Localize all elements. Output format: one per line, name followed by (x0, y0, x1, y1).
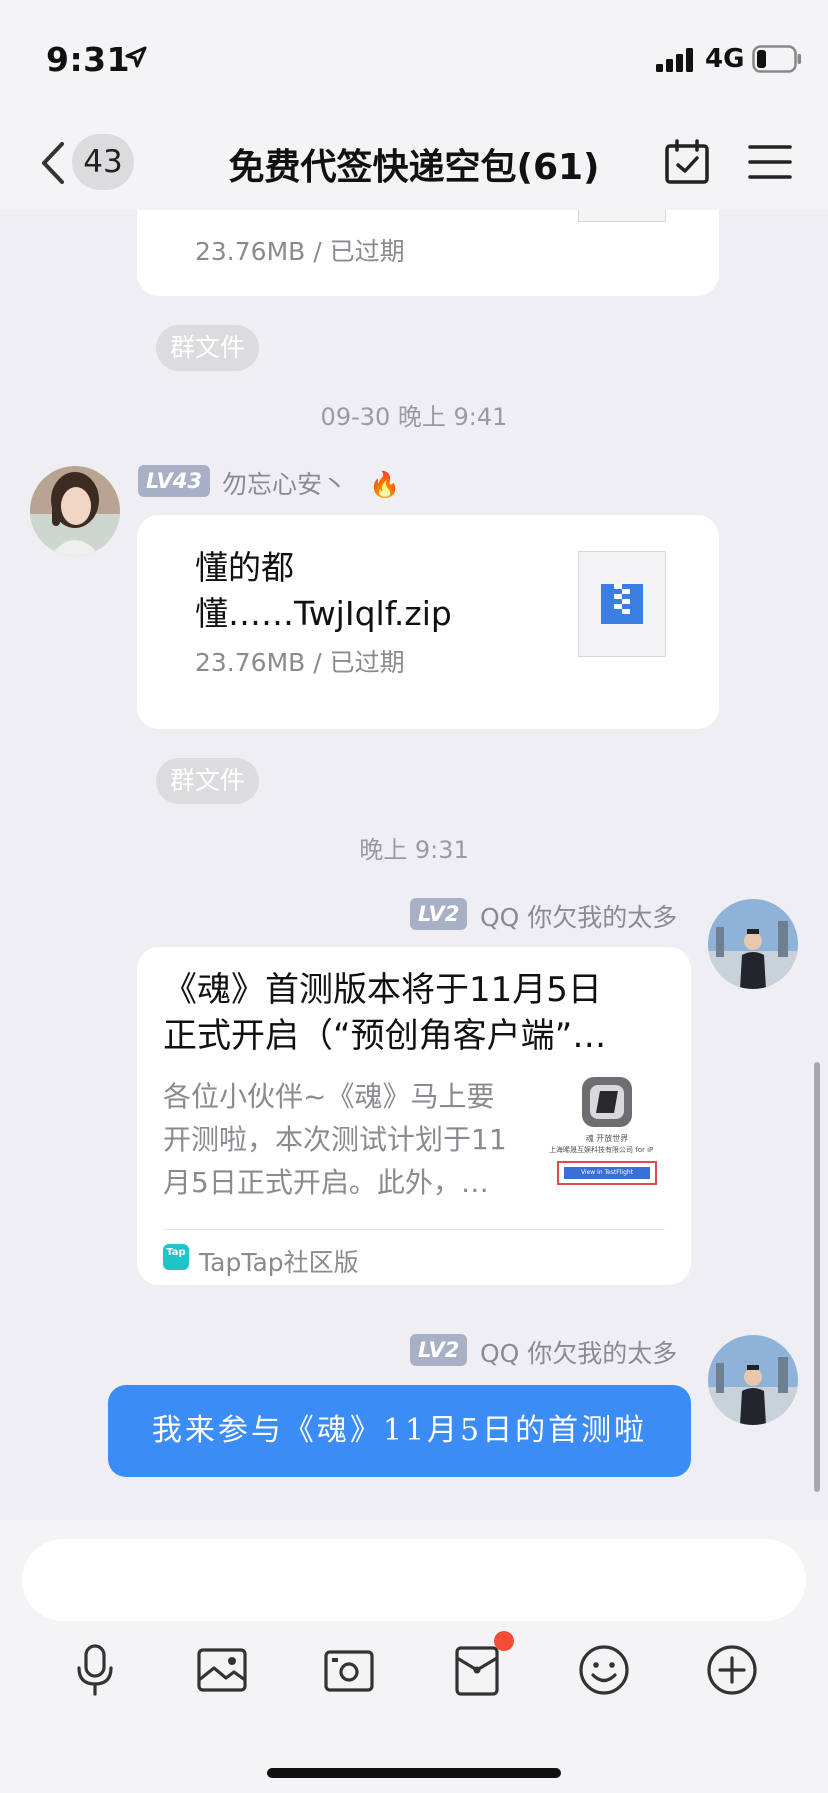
message-timestamp: 09-30 晚上 9:41 (320, 403, 508, 431)
signal-bars-icon (656, 48, 693, 72)
chat-title: 免费代签快递空包(61) (228, 147, 600, 188)
image-icon[interactable] (194, 1642, 250, 1698)
thumb-app-name: 魂 开放世界 (585, 1134, 629, 1143)
link-desc-line2: 开测啦，本次测试计划于11 (163, 1123, 507, 1156)
status-bar: 9:31 4G (0, 0, 828, 118)
link-desc-line1: 各位小伙伴~《魂》马上要 (163, 1080, 495, 1113)
avatar[interactable] (708, 1335, 798, 1425)
file-message-card-previous[interactable]: 23.76MB / 已过期 (137, 210, 719, 296)
file-name-line1: 懂的都 (195, 548, 294, 587)
message-timestamp: 晚上 9:31 (359, 836, 469, 864)
thumb-testflight-button: View in TestFlight (557, 1161, 657, 1185)
location-arrow-icon (125, 46, 147, 68)
file-meta: 23.76MB / 已过期 (195, 237, 405, 266)
taptap-logo: Tap (163, 1244, 189, 1270)
link-desc-line3: 月5日正式开启。此外，… (163, 1166, 489, 1199)
chat-header: 43 免费代签快递空包(61) (0, 118, 828, 210)
avatar[interactable] (708, 899, 798, 989)
status-time: 9:31 (46, 40, 131, 79)
fire-icon: 🔥 (368, 470, 401, 499)
text-message-bubble[interactable]: 我来参与《魂》11月5日的首测啦 (108, 1385, 691, 1477)
link-title-line1: 《魂》首测版本将于11月5日 (163, 970, 602, 1010)
app-icon (582, 1077, 632, 1127)
zip-file-icon (601, 584, 643, 624)
notification-dot (494, 1631, 514, 1651)
group-file-tag: 群文件 (156, 758, 260, 804)
member-level-badge: LV2 (410, 898, 468, 930)
calendar-check-icon[interactable] (663, 138, 711, 186)
menu-icon[interactable] (748, 142, 792, 182)
link-source: TapTap社区版 (199, 1248, 359, 1277)
thumb-developer: 上海晞晟互娱科技有限公司 for iP (549, 1146, 654, 1154)
member-level-badge: LV2 (410, 1334, 468, 1366)
input-panel (0, 1520, 828, 1793)
file-message-card[interactable]: 懂的都 懂……TwjIqlf.zip 23.76MB / 已过期 (137, 515, 719, 729)
scrollbar[interactable] (814, 1062, 820, 1492)
message-list[interactable]: 23.76MB / 已过期 群文件 09-30 晚上 9:41 LV43 勿忘心… (0, 210, 828, 1520)
back-arrow-icon[interactable] (38, 140, 68, 186)
sender-name-text: 勿忘心安丶 (222, 470, 348, 499)
file-thumbnail (578, 551, 666, 657)
microphone-icon[interactable] (67, 1642, 123, 1698)
sender-name: QQ 你欠我的太多 (480, 903, 678, 932)
file-thumbnail (578, 210, 666, 222)
battery-icon (752, 45, 801, 73)
link-thumbnail: 魂 开放世界 上海晞晟互娱科技有限公司 for iP View in TestF… (549, 1077, 665, 1187)
sender-name: QQ 你欠我的太多 (480, 1339, 678, 1368)
file-meta: 23.76MB / 已过期 (195, 648, 405, 677)
red-packet-icon[interactable] (449, 1642, 505, 1698)
file-name-line2: 懂……TwjIqlf.zip (195, 594, 452, 633)
unread-count-badge[interactable]: 43 (72, 134, 134, 190)
camera-icon[interactable] (321, 1642, 377, 1698)
network-type: 4G (705, 44, 745, 74)
link-title-line2: 正式开启（“预创角客户端”… (163, 1016, 607, 1056)
card-divider (163, 1229, 665, 1230)
home-indicator[interactable] (267, 1768, 561, 1778)
plus-icon[interactable] (704, 1642, 760, 1698)
sender-name: 勿忘心安丶 🔥 (222, 465, 400, 501)
group-file-tag: 群文件 (156, 325, 260, 371)
avatar[interactable] (30, 466, 120, 556)
member-level-badge: LV43 (138, 465, 210, 497)
emoji-icon[interactable] (576, 1642, 632, 1698)
message-input[interactable] (22, 1539, 806, 1621)
link-share-card[interactable]: 《魂》首测版本将于11月5日 正式开启（“预创角客户端”… 各位小伙伴~《魂》马… (137, 947, 691, 1285)
